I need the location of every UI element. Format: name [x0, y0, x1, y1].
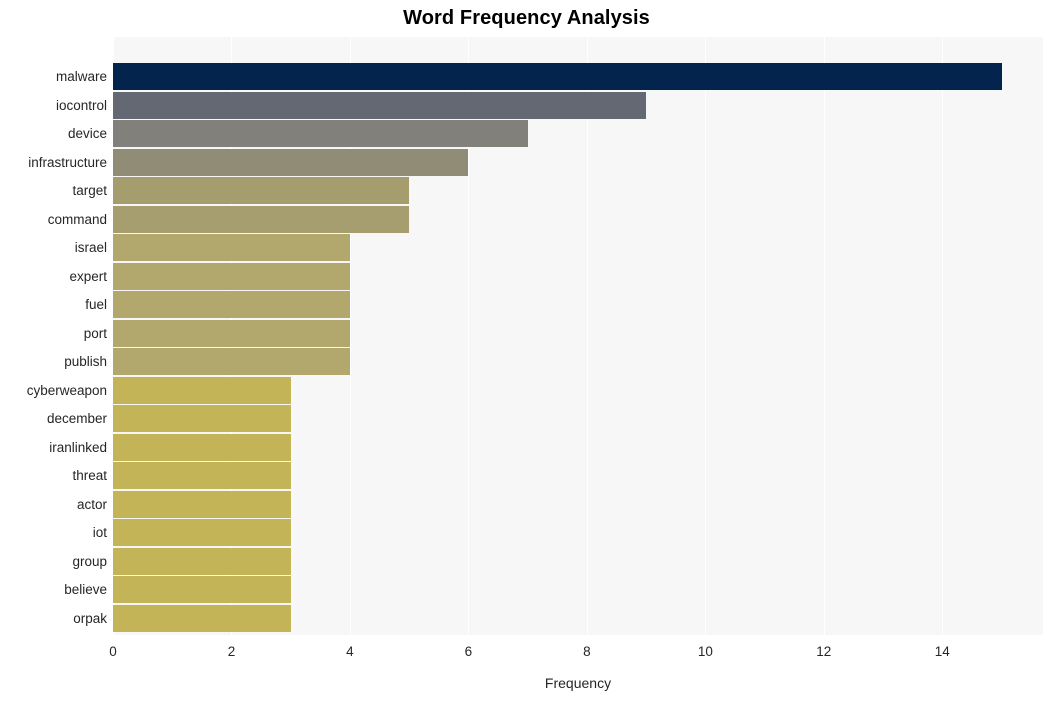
y-tick-label-iot: iot: [92, 524, 107, 540]
y-tick-label-target: target: [72, 182, 107, 198]
y-tick-label-believe: believe: [64, 581, 107, 597]
x-tick-label-12: 12: [816, 644, 832, 659]
y-tick-label-port: port: [83, 325, 107, 341]
bar-iocontrol: [113, 92, 647, 119]
x-axis-title: Frequency: [544, 675, 612, 691]
bar-expert: [113, 263, 350, 290]
gridline-x-14: [942, 37, 944, 635]
word-frequency-chart: Word Frequency Analysis malware iocontrol…: [0, 0, 1053, 701]
y-tick-label-orpak: orpak: [73, 610, 107, 626]
bar-target: [113, 177, 410, 204]
y-tick-label-expert: expert: [69, 268, 107, 284]
bar-iot: [113, 519, 291, 546]
x-tick-label-6: 6: [464, 644, 473, 659]
gridline-x-10: [705, 37, 707, 635]
bar-fuel: [113, 291, 350, 318]
bar-believe: [113, 576, 291, 603]
y-tick-label-iranlinked: iranlinked: [49, 439, 107, 455]
y-tick-label-group: group: [72, 553, 107, 569]
bar-malware: [113, 63, 1002, 90]
y-tick-label-fuel: fuel: [85, 296, 107, 312]
bar-device: [113, 120, 528, 147]
bar-iranlinked: [113, 434, 291, 461]
x-tick-label-4: 4: [346, 644, 354, 659]
y-tick-label-december: december: [46, 410, 107, 426]
gridline-x-8: [586, 37, 588, 635]
bar-group: [113, 548, 291, 575]
x-tick-label-0: 0: [109, 644, 117, 659]
x-axis: Frequency 0 2 4 6 8 10 12 14: [0, 635, 1053, 701]
x-tick-label-10: 10: [697, 644, 713, 659]
plot-area: [113, 37, 1043, 635]
y-tick-label-infrastructure: infrastructure: [28, 154, 107, 170]
bar-december: [113, 405, 291, 432]
bar-threat: [113, 462, 291, 489]
chart-title: Word Frequency Analysis: [403, 7, 650, 29]
y-tick-label-cyberweapon: cyberweapon: [26, 382, 107, 398]
y-tick-label-device: device: [67, 125, 107, 141]
y-axis: malware iocontrol device infrastructure targ…: [0, 37, 107, 635]
x-tick-label-8: 8: [583, 644, 591, 659]
bar-israel: [113, 234, 350, 261]
bar-infrastructure: [113, 149, 469, 176]
x-tick-label-14: 14: [934, 644, 950, 659]
bar-command: [113, 206, 410, 233]
bar-orpak: [113, 605, 291, 632]
y-tick-label-publish: publish: [64, 353, 107, 369]
y-tick-label-malware: malware: [55, 68, 107, 84]
y-tick-label-israel: israel: [74, 239, 107, 255]
y-tick-label-iocontrol: iocontrol: [55, 97, 107, 113]
bar-port: [113, 320, 350, 347]
gridline-x-12: [823, 37, 825, 635]
y-tick-label-command: command: [47, 211, 107, 227]
x-tick-label-2: 2: [227, 644, 236, 659]
y-tick-label-actor: actor: [76, 496, 107, 512]
bar-publish: [113, 348, 350, 375]
y-tick-label-threat: threat: [72, 467, 107, 483]
bar-actor: [113, 491, 291, 518]
bar-cyberweapon: [113, 377, 291, 404]
